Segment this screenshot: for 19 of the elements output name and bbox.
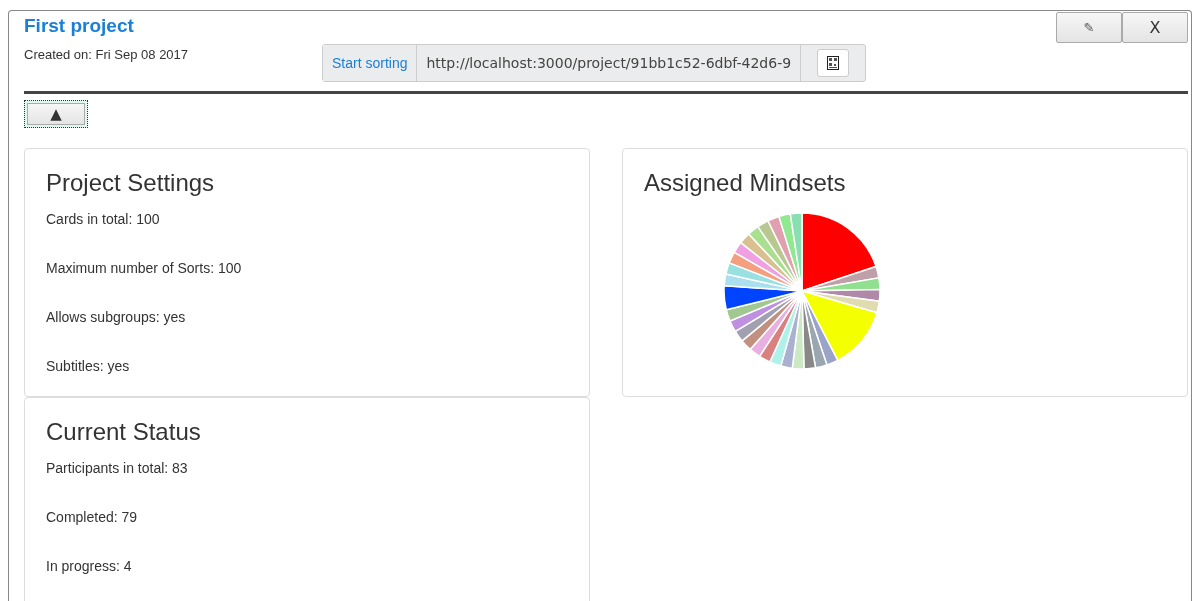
status-text: In progress: 4 bbox=[46, 558, 133, 574]
setting-text: Allows subgroups: yes bbox=[46, 309, 187, 325]
url-field[interactable]: http://localhost:3000/project/91bb1c52-6dbf-42d6-9 bbox=[417, 45, 802, 81]
project-title: First project bbox=[24, 15, 135, 37]
close-button[interactable]: X bbox=[1122, 12, 1188, 43]
card-title: Current Status bbox=[46, 418, 202, 446]
start-sorting-button[interactable]: Start sorting bbox=[323, 45, 418, 81]
setting-text: Subtitles: yes bbox=[46, 358, 131, 374]
collapse-button[interactable]: ▲ bbox=[27, 103, 85, 125]
setting-text: Cards in total: 100 bbox=[46, 211, 161, 227]
card-title: Project Settings bbox=[46, 169, 216, 197]
card-title: Assigned Mindsets bbox=[644, 169, 847, 197]
setting-text: Maximum number of Sorts: 100 bbox=[46, 260, 243, 276]
qr-code-icon bbox=[827, 56, 840, 70]
edit-button[interactable]: ✎ bbox=[1056, 12, 1122, 43]
created-date: Created on: Fri Sep 08 2017 bbox=[24, 47, 190, 62]
qr-code-button[interactable] bbox=[817, 49, 850, 77]
status-text: Completed: 79 bbox=[46, 509, 139, 525]
status-text: Participants in total: 83 bbox=[46, 460, 189, 476]
